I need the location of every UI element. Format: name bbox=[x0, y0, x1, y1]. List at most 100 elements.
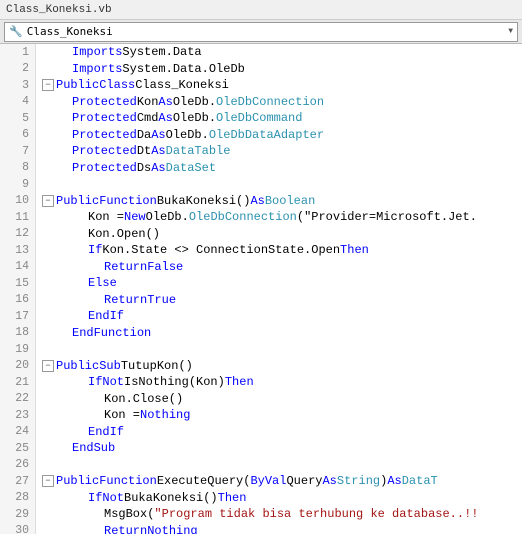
token-kw: Function bbox=[94, 326, 152, 340]
code-line: Imports System.Data bbox=[40, 44, 522, 61]
line-number: 28 bbox=[0, 490, 35, 507]
line-number: 17 bbox=[0, 308, 35, 325]
code-line: − Public Function BukaKoneksi() As Boole… bbox=[40, 193, 522, 210]
token-plain: Kon = bbox=[104, 408, 140, 422]
line-number: 30 bbox=[0, 523, 35, 534]
token-plain: Kon.Close() bbox=[104, 392, 183, 406]
filename: Class_Koneksi.vb bbox=[6, 4, 112, 16]
token-plain: Kon = bbox=[88, 210, 124, 224]
line-number: 29 bbox=[0, 506, 35, 523]
token-kw: Then bbox=[225, 375, 254, 389]
token-kw: ByVal bbox=[250, 474, 286, 488]
token-kw: If bbox=[110, 425, 124, 439]
line-number: 2 bbox=[0, 61, 35, 78]
token-kw: End bbox=[72, 326, 94, 340]
line-number: 22 bbox=[0, 391, 35, 408]
token-plain: TutupKon() bbox=[121, 359, 193, 373]
token-kw: As bbox=[158, 95, 172, 109]
code-line: Kon.Open() bbox=[40, 226, 522, 243]
token-kw: False bbox=[147, 260, 183, 274]
token-kw: Imports bbox=[72, 62, 122, 76]
token-plain: BukaKoneksi() bbox=[124, 491, 218, 505]
line-number: 6 bbox=[0, 127, 35, 144]
token-plain: Da bbox=[137, 128, 151, 142]
token-kw: Function bbox=[99, 194, 157, 208]
token-kw: Protected bbox=[72, 144, 137, 158]
code-line: End If bbox=[40, 308, 522, 325]
token-type: Boolean bbox=[265, 194, 315, 208]
code-line: Return Nothing bbox=[40, 523, 522, 534]
dropdown-bar[interactable]: 🔧 Class_Koneksi ▼ bbox=[0, 20, 522, 44]
line-numbers: 1234567891011121314151617181920212223242… bbox=[0, 44, 36, 534]
fold-icon[interactable]: − bbox=[42, 195, 54, 207]
code-line: Kon.Close() bbox=[40, 391, 522, 408]
line-number: 15 bbox=[0, 275, 35, 292]
token-str: "Program tidak bisa terhubung ke databas… bbox=[154, 507, 478, 521]
token-plain: IsNothing(Kon) bbox=[124, 375, 225, 389]
code-line bbox=[40, 176, 522, 193]
token-plain: MsgBox( bbox=[104, 507, 154, 521]
token-kw: Return bbox=[104, 260, 147, 274]
token-plain: OleDb. bbox=[173, 111, 216, 125]
token-kw: End bbox=[88, 309, 110, 323]
token-kw: Protected bbox=[72, 128, 137, 142]
code-line bbox=[40, 341, 522, 358]
token-kw: Not bbox=[102, 375, 124, 389]
code-line: − Public Function ExecuteQuery(ByVal Que… bbox=[40, 473, 522, 490]
code-line: Imports System.Data.OleDb bbox=[40, 61, 522, 78]
code-line bbox=[40, 457, 522, 474]
line-number: 4 bbox=[0, 94, 35, 111]
line-number: 13 bbox=[0, 242, 35, 259]
fold-icon[interactable]: − bbox=[42, 475, 54, 487]
line-number: 8 bbox=[0, 160, 35, 177]
line-number: 9 bbox=[0, 176, 35, 193]
line-number: 25 bbox=[0, 440, 35, 457]
token-kw: As bbox=[151, 128, 165, 142]
token-kw: If bbox=[88, 491, 102, 505]
token-plain: Kon.Open() bbox=[88, 227, 160, 241]
token-type: DataTable bbox=[166, 144, 231, 158]
token-plain: Query bbox=[286, 474, 322, 488]
token-plain: Ds bbox=[137, 161, 151, 175]
line-number: 7 bbox=[0, 143, 35, 160]
code-line: End Sub bbox=[40, 440, 522, 457]
token-plain: ) bbox=[380, 474, 387, 488]
token-kw: End bbox=[72, 441, 94, 455]
token-type: String bbox=[337, 474, 380, 488]
token-kw: Protected bbox=[72, 95, 137, 109]
token-plain: ("Provider=Microsoft.Jet. bbox=[297, 210, 477, 224]
token-kw: As bbox=[158, 111, 172, 125]
token-kw: Then bbox=[218, 491, 247, 505]
token-plain: Kon bbox=[137, 95, 159, 109]
token-kw: Public bbox=[56, 359, 99, 373]
token-kw: If bbox=[110, 309, 124, 323]
code-line: MsgBox("Program tidak bisa terhubung ke … bbox=[40, 506, 522, 523]
token-kw: Public bbox=[56, 78, 99, 92]
token-plain: OleDb. bbox=[166, 128, 209, 142]
line-number: 19 bbox=[0, 341, 35, 358]
line-number: 14 bbox=[0, 259, 35, 276]
code-line: If Not BukaKoneksi() Then bbox=[40, 490, 522, 507]
line-number: 1 bbox=[0, 44, 35, 61]
code-area: Imports System.DataImports System.Data.O… bbox=[36, 44, 522, 534]
code-line: Protected Da As OleDb.OleDbDataAdapter bbox=[40, 127, 522, 144]
token-type: OleDbConnection bbox=[216, 95, 324, 109]
line-number: 21 bbox=[0, 374, 35, 391]
token-kw: Nothing bbox=[140, 408, 190, 422]
code-line: End If bbox=[40, 424, 522, 441]
line-number: 27 bbox=[0, 473, 35, 490]
class-dropdown[interactable]: 🔧 Class_Koneksi ▼ bbox=[4, 22, 518, 42]
token-kw: Sub bbox=[99, 359, 121, 373]
file-icon: 🔧 bbox=[9, 25, 23, 39]
token-kw: Public bbox=[56, 474, 99, 488]
token-kw: If bbox=[88, 375, 102, 389]
line-number: 11 bbox=[0, 209, 35, 226]
fold-icon[interactable]: − bbox=[42, 360, 54, 372]
token-plain: Kon.State <> ConnectionState.Open bbox=[102, 243, 340, 257]
token-plain: ExecuteQuery( bbox=[157, 474, 251, 488]
fold-icon[interactable]: − bbox=[42, 79, 54, 91]
line-number: 10 bbox=[0, 193, 35, 210]
code-line: Protected Kon As OleDb.OleDbConnection bbox=[40, 94, 522, 111]
token-plain: OleDb. bbox=[173, 95, 216, 109]
code-line: Protected Dt As DataTable bbox=[40, 143, 522, 160]
